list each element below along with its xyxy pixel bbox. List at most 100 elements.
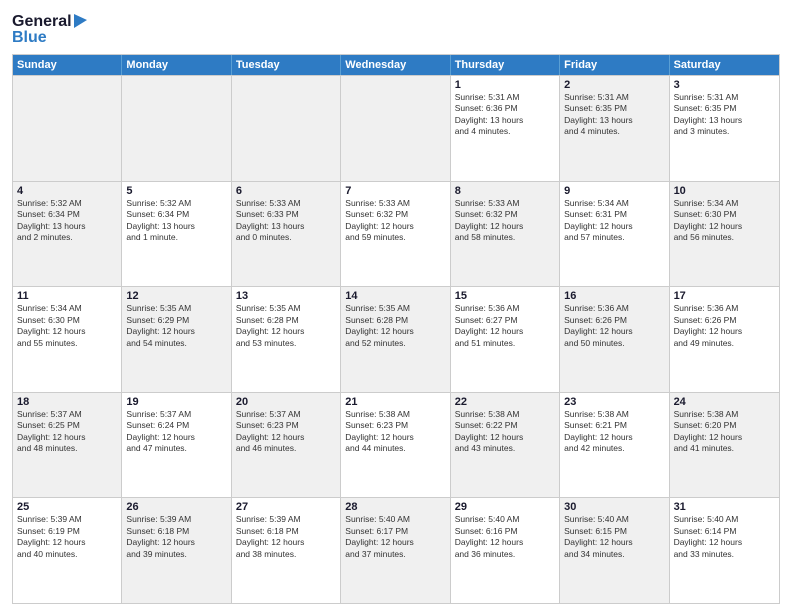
calendar-header: SundayMondayTuesdayWednesdayThursdayFrid…	[13, 55, 779, 75]
svg-text:General: General	[12, 13, 72, 30]
weekday-header-wednesday: Wednesday	[341, 55, 450, 75]
calendar-day-31: 31Sunrise: 5:40 AM Sunset: 6:14 PM Dayli…	[670, 498, 779, 603]
calendar-day-3: 3Sunrise: 5:31 AM Sunset: 6:35 PM Daylig…	[670, 76, 779, 181]
calendar-day-20: 20Sunrise: 5:37 AM Sunset: 6:23 PM Dayli…	[232, 393, 341, 498]
calendar-day-1: 1Sunrise: 5:31 AM Sunset: 6:36 PM Daylig…	[451, 76, 560, 181]
day-info: Sunrise: 5:40 AM Sunset: 6:16 PM Dayligh…	[455, 514, 555, 560]
day-info: Sunrise: 5:34 AM Sunset: 6:30 PM Dayligh…	[17, 303, 117, 349]
calendar-day-30: 30Sunrise: 5:40 AM Sunset: 6:15 PM Dayli…	[560, 498, 669, 603]
calendar-day-25: 25Sunrise: 5:39 AM Sunset: 6:19 PM Dayli…	[13, 498, 122, 603]
day-number: 16	[564, 290, 664, 302]
calendar-day-27: 27Sunrise: 5:39 AM Sunset: 6:18 PM Dayli…	[232, 498, 341, 603]
calendar-day-18: 18Sunrise: 5:37 AM Sunset: 6:25 PM Dayli…	[13, 393, 122, 498]
calendar-day-23: 23Sunrise: 5:38 AM Sunset: 6:21 PM Dayli…	[560, 393, 669, 498]
calendar-empty-0-2	[232, 76, 341, 181]
calendar-row-1: 4Sunrise: 5:32 AM Sunset: 6:34 PM Daylig…	[13, 181, 779, 287]
calendar-row-4: 25Sunrise: 5:39 AM Sunset: 6:19 PM Dayli…	[13, 497, 779, 603]
day-number: 29	[455, 501, 555, 513]
calendar-empty-0-3	[341, 76, 450, 181]
day-info: Sunrise: 5:37 AM Sunset: 6:25 PM Dayligh…	[17, 409, 117, 455]
day-info: Sunrise: 5:37 AM Sunset: 6:24 PM Dayligh…	[126, 409, 226, 455]
day-number: 11	[17, 290, 117, 302]
calendar-day-24: 24Sunrise: 5:38 AM Sunset: 6:20 PM Dayli…	[670, 393, 779, 498]
logo-svg: GeneralBlue	[12, 10, 92, 46]
day-info: Sunrise: 5:38 AM Sunset: 6:21 PM Dayligh…	[564, 409, 664, 455]
calendar-row-3: 18Sunrise: 5:37 AM Sunset: 6:25 PM Dayli…	[13, 392, 779, 498]
day-info: Sunrise: 5:39 AM Sunset: 6:18 PM Dayligh…	[236, 514, 336, 560]
day-info: Sunrise: 5:39 AM Sunset: 6:19 PM Dayligh…	[17, 514, 117, 560]
day-number: 15	[455, 290, 555, 302]
calendar-day-15: 15Sunrise: 5:36 AM Sunset: 6:27 PM Dayli…	[451, 287, 560, 392]
day-info: Sunrise: 5:38 AM Sunset: 6:23 PM Dayligh…	[345, 409, 445, 455]
calendar-day-16: 16Sunrise: 5:36 AM Sunset: 6:26 PM Dayli…	[560, 287, 669, 392]
day-number: 7	[345, 185, 445, 197]
day-info: Sunrise: 5:31 AM Sunset: 6:35 PM Dayligh…	[564, 92, 664, 138]
header: GeneralBlue	[12, 10, 780, 46]
day-info: Sunrise: 5:33 AM Sunset: 6:32 PM Dayligh…	[345, 198, 445, 244]
calendar-day-26: 26Sunrise: 5:39 AM Sunset: 6:18 PM Dayli…	[122, 498, 231, 603]
day-info: Sunrise: 5:38 AM Sunset: 6:22 PM Dayligh…	[455, 409, 555, 455]
weekday-header-monday: Monday	[122, 55, 231, 75]
day-number: 1	[455, 79, 555, 91]
day-info: Sunrise: 5:39 AM Sunset: 6:18 PM Dayligh…	[126, 514, 226, 560]
calendar-day-19: 19Sunrise: 5:37 AM Sunset: 6:24 PM Dayli…	[122, 393, 231, 498]
day-number: 21	[345, 396, 445, 408]
day-number: 14	[345, 290, 445, 302]
page: GeneralBlue SundayMondayTuesdayWednesday…	[0, 0, 792, 612]
day-number: 2	[564, 79, 664, 91]
calendar-row-0: 1Sunrise: 5:31 AM Sunset: 6:36 PM Daylig…	[13, 75, 779, 181]
day-info: Sunrise: 5:35 AM Sunset: 6:29 PM Dayligh…	[126, 303, 226, 349]
day-number: 24	[674, 396, 775, 408]
day-info: Sunrise: 5:31 AM Sunset: 6:36 PM Dayligh…	[455, 92, 555, 138]
day-number: 25	[17, 501, 117, 513]
day-number: 18	[17, 396, 117, 408]
day-number: 19	[126, 396, 226, 408]
calendar-day-29: 29Sunrise: 5:40 AM Sunset: 6:16 PM Dayli…	[451, 498, 560, 603]
calendar-day-8: 8Sunrise: 5:33 AM Sunset: 6:32 PM Daylig…	[451, 182, 560, 287]
day-number: 22	[455, 396, 555, 408]
calendar-day-6: 6Sunrise: 5:33 AM Sunset: 6:33 PM Daylig…	[232, 182, 341, 287]
day-number: 27	[236, 501, 336, 513]
day-info: Sunrise: 5:40 AM Sunset: 6:17 PM Dayligh…	[345, 514, 445, 560]
calendar-empty-0-1	[122, 76, 231, 181]
calendar-empty-0-0	[13, 76, 122, 181]
calendar-day-21: 21Sunrise: 5:38 AM Sunset: 6:23 PM Dayli…	[341, 393, 450, 498]
day-number: 13	[236, 290, 336, 302]
calendar-row-2: 11Sunrise: 5:34 AM Sunset: 6:30 PM Dayli…	[13, 286, 779, 392]
day-info: Sunrise: 5:36 AM Sunset: 6:26 PM Dayligh…	[564, 303, 664, 349]
svg-text:Blue: Blue	[12, 29, 47, 46]
day-info: Sunrise: 5:40 AM Sunset: 6:15 PM Dayligh…	[564, 514, 664, 560]
day-info: Sunrise: 5:32 AM Sunset: 6:34 PM Dayligh…	[126, 198, 226, 244]
calendar-day-4: 4Sunrise: 5:32 AM Sunset: 6:34 PM Daylig…	[13, 182, 122, 287]
calendar-day-7: 7Sunrise: 5:33 AM Sunset: 6:32 PM Daylig…	[341, 182, 450, 287]
day-number: 23	[564, 396, 664, 408]
calendar-body: 1Sunrise: 5:31 AM Sunset: 6:36 PM Daylig…	[13, 75, 779, 603]
calendar-day-11: 11Sunrise: 5:34 AM Sunset: 6:30 PM Dayli…	[13, 287, 122, 392]
day-info: Sunrise: 5:33 AM Sunset: 6:33 PM Dayligh…	[236, 198, 336, 244]
calendar-day-5: 5Sunrise: 5:32 AM Sunset: 6:34 PM Daylig…	[122, 182, 231, 287]
day-number: 17	[674, 290, 775, 302]
day-number: 4	[17, 185, 117, 197]
calendar-day-22: 22Sunrise: 5:38 AM Sunset: 6:22 PM Dayli…	[451, 393, 560, 498]
logo-area: GeneralBlue	[12, 10, 92, 46]
day-number: 10	[674, 185, 775, 197]
calendar-day-10: 10Sunrise: 5:34 AM Sunset: 6:30 PM Dayli…	[670, 182, 779, 287]
calendar-day-13: 13Sunrise: 5:35 AM Sunset: 6:28 PM Dayli…	[232, 287, 341, 392]
day-number: 30	[564, 501, 664, 513]
day-info: Sunrise: 5:37 AM Sunset: 6:23 PM Dayligh…	[236, 409, 336, 455]
day-info: Sunrise: 5:32 AM Sunset: 6:34 PM Dayligh…	[17, 198, 117, 244]
calendar-day-28: 28Sunrise: 5:40 AM Sunset: 6:17 PM Dayli…	[341, 498, 450, 603]
day-number: 5	[126, 185, 226, 197]
day-info: Sunrise: 5:34 AM Sunset: 6:31 PM Dayligh…	[564, 198, 664, 244]
calendar: SundayMondayTuesdayWednesdayThursdayFrid…	[12, 54, 780, 604]
weekday-header-tuesday: Tuesday	[232, 55, 341, 75]
day-info: Sunrise: 5:33 AM Sunset: 6:32 PM Dayligh…	[455, 198, 555, 244]
weekday-header-thursday: Thursday	[451, 55, 560, 75]
day-info: Sunrise: 5:35 AM Sunset: 6:28 PM Dayligh…	[236, 303, 336, 349]
weekday-header-friday: Friday	[560, 55, 669, 75]
day-number: 3	[674, 79, 775, 91]
day-number: 6	[236, 185, 336, 197]
calendar-day-12: 12Sunrise: 5:35 AM Sunset: 6:29 PM Dayli…	[122, 287, 231, 392]
day-info: Sunrise: 5:38 AM Sunset: 6:20 PM Dayligh…	[674, 409, 775, 455]
calendar-day-2: 2Sunrise: 5:31 AM Sunset: 6:35 PM Daylig…	[560, 76, 669, 181]
